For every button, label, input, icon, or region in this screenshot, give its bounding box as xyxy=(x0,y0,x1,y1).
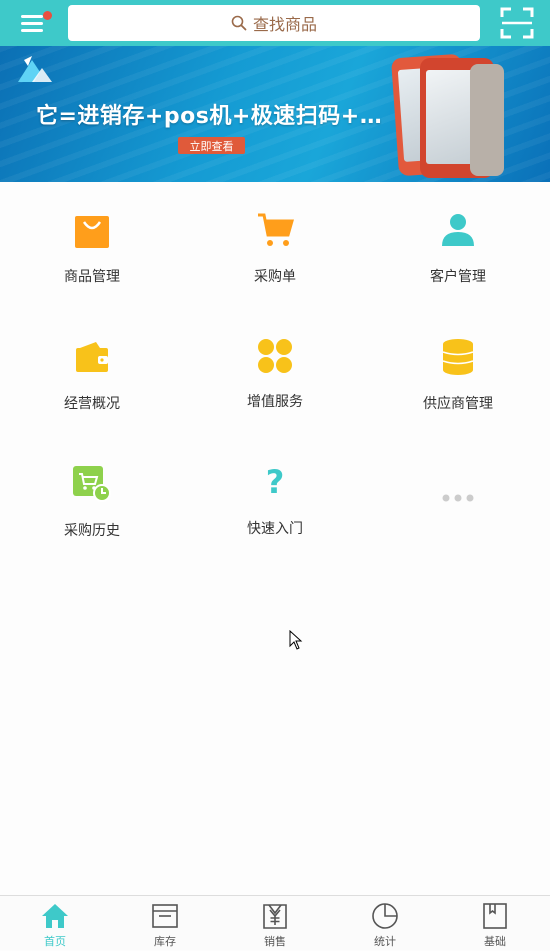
tab-label: 首页 xyxy=(44,935,66,948)
tab-inventory[interactable]: 库存 xyxy=(110,896,220,951)
grid-item-customer-management[interactable]: 客户管理 xyxy=(366,182,550,285)
grid-item-more[interactable] xyxy=(366,436,550,536)
grid-item-label: 快速入门 xyxy=(247,521,303,537)
search-input[interactable]: 查找商品 xyxy=(68,5,480,41)
mouse-cursor-icon xyxy=(289,630,303,650)
tab-label: 基础 xyxy=(484,935,506,948)
shopping-bag-icon xyxy=(72,210,112,250)
book-icon xyxy=(483,903,507,929)
search-icon xyxy=(231,15,247,31)
banner-cta-button[interactable]: 立即查看 xyxy=(178,137,245,154)
inventory-box-icon xyxy=(152,904,178,928)
grid-item-label: 增值服务 xyxy=(247,394,303,410)
tab-basics[interactable]: 基础 xyxy=(440,896,550,951)
tab-statistics[interactable]: 统计 xyxy=(330,896,440,951)
grid-item-label: 采购单 xyxy=(254,269,296,285)
pos-device-image-3 xyxy=(470,64,504,176)
tab-label: 库存 xyxy=(154,935,176,948)
promo-banner[interactable]: 它=进销存+pos机+极速扫码+… 立即查看 xyxy=(0,46,550,182)
tab-sales[interactable]: 销售 xyxy=(220,896,330,951)
menu-icon-line xyxy=(21,29,43,32)
menu-button[interactable] xyxy=(18,11,52,35)
menu-icon xyxy=(21,15,43,18)
search-placeholder: 查找商品 xyxy=(252,15,317,34)
brand-logo-icon xyxy=(18,56,52,82)
home-icon xyxy=(42,904,68,928)
grid-item-label: 客户管理 xyxy=(430,269,486,285)
user-icon xyxy=(438,210,478,250)
tab-label: 销售 xyxy=(264,935,286,948)
question-icon: ? xyxy=(265,463,285,501)
top-bar: 查找商品 xyxy=(0,0,550,46)
wallet-icon xyxy=(72,337,112,377)
grid-item-business-overview[interactable]: 经营概况 xyxy=(0,309,184,412)
bottom-tab-bar: 首页 库存 销售 统计 基础 xyxy=(0,895,550,950)
tab-home[interactable]: 首页 xyxy=(0,896,110,951)
cart-icon xyxy=(255,210,295,250)
grid-item-purchase-order[interactable]: 采购单 xyxy=(183,182,367,285)
cart-history-icon xyxy=(72,464,112,504)
grid-item-label: 经营概况 xyxy=(64,396,120,412)
grid-item-label: 供应商管理 xyxy=(423,396,493,412)
menu-icon-line xyxy=(21,22,43,25)
pie-chart-icon xyxy=(372,903,398,929)
more-dots-icon xyxy=(438,480,478,516)
grid-item-purchase-history[interactable]: 采购历史 xyxy=(0,436,184,539)
coins-icon xyxy=(438,337,478,377)
notification-dot xyxy=(43,11,52,20)
sales-yen-icon xyxy=(263,904,287,929)
tab-label: 统计 xyxy=(374,935,396,948)
banner-headline: 它=进销存+pos机+极速扫码+… xyxy=(36,104,383,129)
grid-item-product-management[interactable]: 商品管理 xyxy=(0,182,184,285)
grid-item-value-added-services[interactable]: 增值服务 xyxy=(183,309,367,410)
grid-item-quick-start[interactable]: ? 快速入门 xyxy=(183,436,367,537)
clover-icon xyxy=(255,336,295,376)
grid-item-label: 商品管理 xyxy=(64,269,120,285)
grid-item-supplier-management[interactable]: 供应商管理 xyxy=(366,309,550,412)
grid-item-label: 采购历史 xyxy=(64,523,120,539)
scan-icon[interactable] xyxy=(500,7,534,39)
